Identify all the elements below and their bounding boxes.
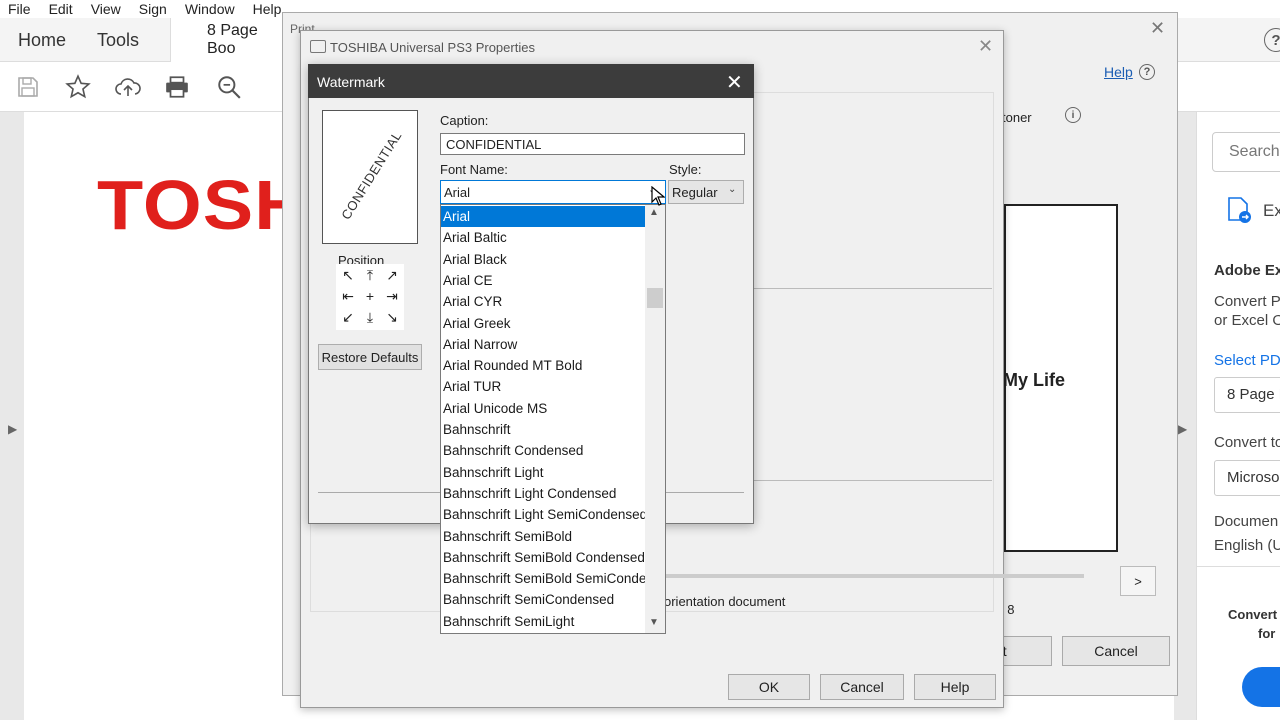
star-icon[interactable] <box>63 72 93 102</box>
menu-file[interactable]: File <box>8 1 31 17</box>
scroll-down-icon[interactable]: ▼ <box>649 617 659 628</box>
font-option[interactable]: Arial Black <box>441 249 645 270</box>
convert-to-select[interactable]: Microso <box>1214 460 1280 496</box>
right-pane-desc-1: Convert PI <box>1214 293 1280 310</box>
font-option[interactable]: Bahnschrift <box>441 419 645 440</box>
font-option[interactable]: Arial Greek <box>441 313 645 334</box>
printer-title-icon <box>310 40 326 53</box>
style-label: Style: <box>669 162 702 177</box>
font-option[interactable]: Bahnschrift SemiLight <box>441 611 645 632</box>
convert-button[interactable] <box>1242 667 1280 707</box>
dropdown-scrollbar[interactable] <box>645 205 665 633</box>
caption-input[interactable]: CONFIDENTIAL <box>440 133 745 155</box>
doc-language-label: Documen <box>1214 513 1279 530</box>
position-grid: ↖ ⤒ ↗ ⇤ + ⇥ ↙ ⤓ ↘ <box>336 264 404 330</box>
promo-line-1: Convert <box>1228 607 1278 622</box>
left-panel-toggle-icon[interactable]: ▶ <box>8 422 17 436</box>
dropdown-scroll-thumb[interactable] <box>647 288 663 308</box>
export-label[interactable]: Ex <box>1263 201 1280 221</box>
orientation-track <box>664 574 1084 578</box>
font-option[interactable]: Bahnschrift Light SemiCondensed <box>441 504 645 525</box>
font-option[interactable]: Bahnschrift Light Condensed <box>441 483 645 504</box>
promo-line-2: for <box>1258 626 1276 641</box>
font-option[interactable]: Arial Rounded MT Bold <box>441 355 645 376</box>
doc-language-value[interactable]: English (U <box>1214 537 1280 554</box>
toner-label: toner <box>1002 110 1032 125</box>
mouse-cursor-icon <box>651 185 666 209</box>
toner-info-icon[interactable]: i <box>1065 107 1081 123</box>
font-option[interactable]: Arial <box>441 206 645 227</box>
print-preview-text: My Life <box>1003 370 1066 390</box>
restore-defaults-button[interactable]: Restore Defaults <box>318 344 422 370</box>
tab-document-label: 8 Page Boo <box>207 22 258 57</box>
print-close-icon[interactable]: ✕ <box>1150 18 1165 39</box>
zoom-icon[interactable] <box>214 72 244 102</box>
properties-cancel-button[interactable]: Cancel <box>820 674 904 700</box>
position-bottom-left-icon[interactable]: ↙ <box>337 306 359 328</box>
tab-document[interactable]: 8 Page Boo <box>170 18 290 62</box>
menu-edit[interactable]: Edit <box>49 1 73 17</box>
font-option[interactable]: Arial Baltic <box>441 227 645 248</box>
properties-help-button[interactable]: Help <box>914 674 996 700</box>
position-bottom-icon[interactable]: ⤓ <box>359 306 381 328</box>
position-bottom-right-icon[interactable]: ↘ <box>381 306 403 328</box>
font-option[interactable]: Bahnschrift Condensed <box>441 440 645 461</box>
position-left-icon[interactable]: ⇤ <box>337 285 359 307</box>
properties-close-icon[interactable]: ✕ <box>978 36 993 57</box>
position-top-left-icon[interactable]: ↖ <box>337 264 359 286</box>
font-option[interactable]: Arial CE <box>441 270 645 291</box>
print-cancel-button[interactable]: Cancel <box>1062 636 1170 666</box>
convert-to-label: Convert to <box>1214 434 1280 451</box>
menu-view[interactable]: View <box>91 1 121 17</box>
cloud-upload-icon[interactable] <box>113 72 143 102</box>
font-name-select[interactable]: Arial <box>440 180 666 204</box>
print-help-link[interactable]: Help <box>1104 64 1133 80</box>
font-option[interactable]: Arial Narrow <box>441 334 645 355</box>
export-pdf-icon[interactable] <box>1226 196 1252 224</box>
font-option[interactable]: Bahnschrift SemiCondensed <box>441 589 645 610</box>
next-page-button[interactable]: > <box>1120 566 1156 596</box>
right-pane-heading: Adobe Ex <box>1214 262 1280 279</box>
selected-file-box[interactable]: 8 Page B <box>1214 377 1280 413</box>
properties-dialog-title: TOSHIBA Universal PS3 Properties <box>330 40 535 55</box>
watermark-title: Watermark <box>317 74 385 90</box>
right-pane-desc-2: or Excel O <box>1214 312 1280 329</box>
menu-help[interactable]: Help <box>253 1 282 17</box>
style-chevron-down-icon[interactable]: ⌄ <box>728 184 736 195</box>
position-center-icon[interactable]: + <box>359 285 381 307</box>
font-option[interactable]: Bahnschrift SemiBold <box>441 526 645 547</box>
menu-window[interactable]: Window <box>185 1 235 17</box>
font-option[interactable]: Bahnschrift SemiBold Condensed <box>441 547 645 568</box>
save-icon[interactable] <box>13 72 43 102</box>
right-panel-toggle-icon[interactable]: ▶ <box>1178 422 1187 436</box>
right-pane-divider <box>1196 566 1280 567</box>
font-option[interactable]: Bahnschrift Light <box>441 462 645 483</box>
font-option[interactable]: Arial TUR <box>441 376 645 397</box>
font-option[interactable]: Bahnschrift SemiBold SemiConde <box>441 568 645 589</box>
menu-sign[interactable]: Sign <box>139 1 167 17</box>
right-pane-search[interactable]: Search <box>1212 132 1280 172</box>
tab-tools[interactable]: Tools <box>97 18 139 62</box>
font-name-label: Font Name: <box>440 162 508 177</box>
position-right-icon[interactable]: ⇥ <box>381 285 403 307</box>
font-option[interactable]: Arial CYR <box>441 291 645 312</box>
position-top-icon[interactable]: ⤒ <box>359 264 381 286</box>
font-option[interactable]: Arial Unicode MS <box>441 398 645 419</box>
caption-label: Caption: <box>440 113 489 128</box>
printer-icon[interactable] <box>162 72 192 102</box>
tab-home[interactable]: Home <box>18 18 66 62</box>
orientation-text: orientation document <box>664 594 786 609</box>
position-top-right-icon[interactable]: ↗ <box>381 264 403 286</box>
watermark-close-icon[interactable]: ✕ <box>726 70 743 95</box>
print-help-icon[interactable]: ? <box>1139 64 1155 80</box>
select-pdf-link[interactable]: Select PDF <box>1214 352 1280 369</box>
properties-ok-button[interactable]: OK <box>728 674 810 700</box>
